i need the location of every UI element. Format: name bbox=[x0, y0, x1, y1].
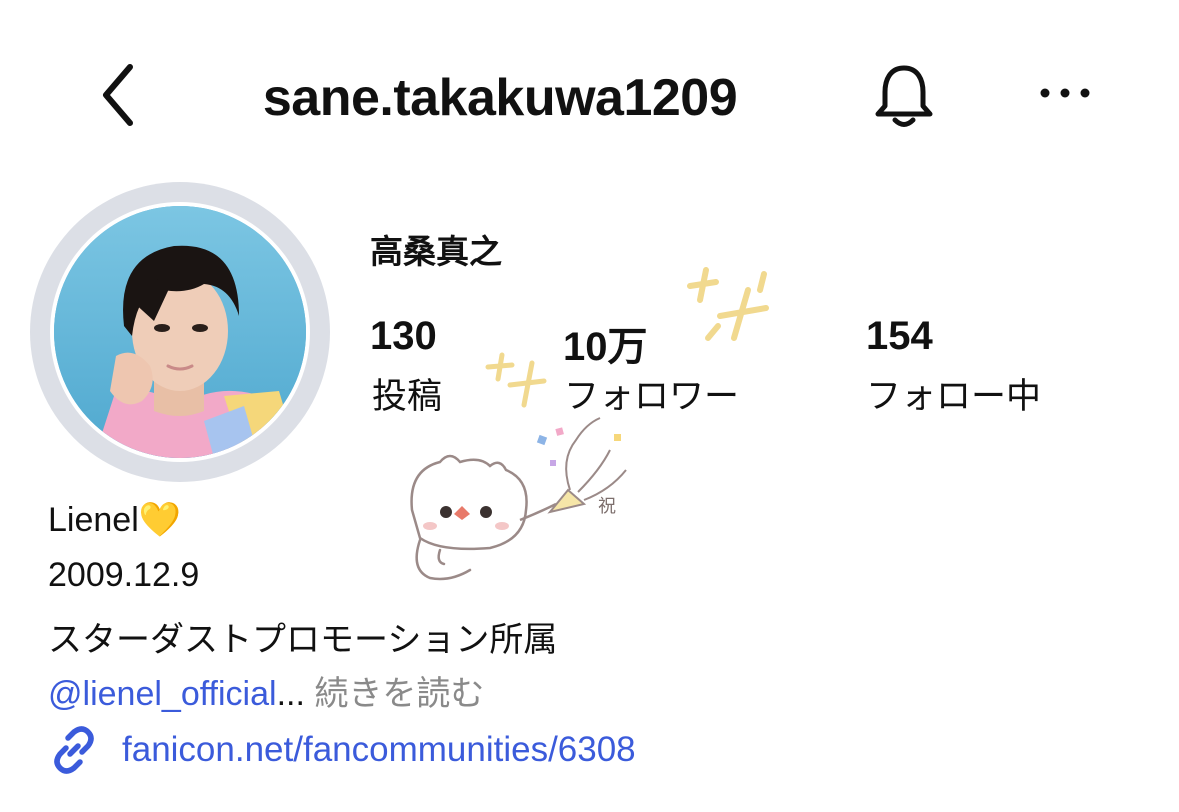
cat-party-icon: 祝 bbox=[410, 417, 627, 581]
avatar-image bbox=[54, 206, 306, 458]
notifications-button[interactable] bbox=[868, 58, 940, 134]
following-label[interactable]: フォロー中 bbox=[866, 368, 1041, 419]
more-horizontal-icon bbox=[1040, 88, 1090, 98]
external-link[interactable]: fanicon.net/fancommunities/6308 bbox=[48, 722, 636, 778]
link-icon bbox=[54, 726, 94, 774]
following-count[interactable]: 154 bbox=[866, 314, 933, 359]
bio-mention-line: @lienel_official... 続きを読む bbox=[48, 666, 484, 715]
profile-username: sane.takakuwa1209 bbox=[262, 69, 738, 127]
sparkle-icon bbox=[687, 267, 769, 341]
party-sticker: 祝 bbox=[400, 400, 640, 590]
sticker-text: 祝 bbox=[598, 496, 616, 517]
avatar-portrait bbox=[54, 206, 306, 458]
read-more-link[interactable]: 続きを読む bbox=[314, 675, 484, 713]
avatar-border bbox=[50, 202, 310, 462]
bio-birthday: 2009.12.9 bbox=[48, 556, 200, 594]
posts-count[interactable]: 130 bbox=[370, 314, 437, 359]
external-link-text: fanicon.net/fancommunities/6308 bbox=[122, 730, 636, 769]
profile-avatar[interactable] bbox=[30, 182, 330, 482]
chevron-left-icon bbox=[103, 64, 133, 126]
profile-display-name: 高桑真之 bbox=[370, 233, 502, 270]
bell-icon bbox=[875, 65, 933, 127]
bio-ellipsis: ... bbox=[276, 675, 305, 713]
bio-agency: スターダストプロモーション所属 bbox=[48, 621, 558, 659]
followers-count[interactable]: 10万 bbox=[563, 314, 648, 372]
more-options-button[interactable] bbox=[1030, 68, 1100, 118]
back-button[interactable] bbox=[88, 60, 148, 130]
bio-line-1: Lienel💛 bbox=[48, 501, 182, 539]
mention-link[interactable]: @lienel_official bbox=[48, 675, 277, 713]
